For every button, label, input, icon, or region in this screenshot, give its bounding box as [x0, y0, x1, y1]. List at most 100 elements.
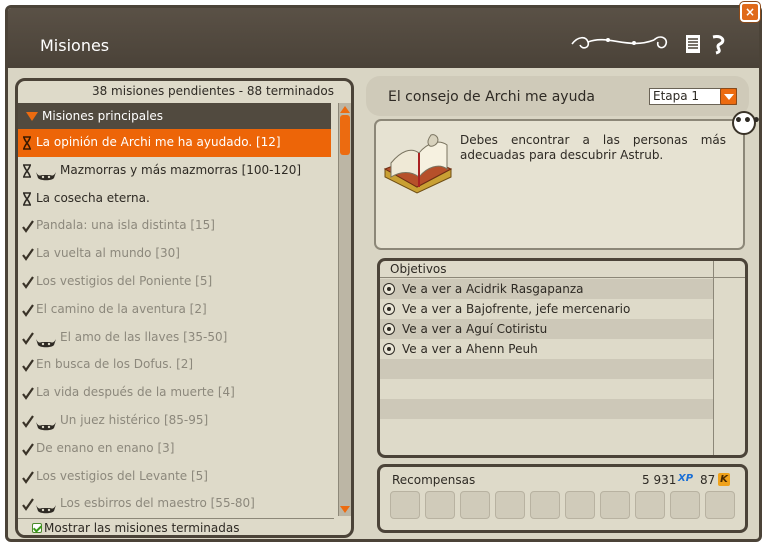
swirl-icon[interactable] — [708, 33, 728, 55]
quest-item[interactable]: El amo de las llaves [35-50] — [18, 324, 331, 352]
checkmark-icon — [22, 212, 34, 240]
scroll-document-icon[interactable] — [683, 33, 703, 55]
hourglass-icon — [22, 129, 34, 157]
objective-empty-row — [380, 419, 713, 439]
quest-label: El amo de las llaves [35-50] — [60, 329, 228, 344]
quest-list-panel: 38 misiones pendientes - 88 terminados M… — [15, 78, 354, 538]
quest-item[interactable]: Un juez histérico [85-95] — [18, 407, 331, 435]
objectives-header: Objetivos — [380, 261, 745, 278]
quest-label: La opinión de Archi me ha ayudado. [12] — [36, 135, 281, 149]
objective-item: Ve a ver a Aguí Cotiristu — [380, 319, 713, 339]
quest-label: Los esbirros del maestro [55-80] — [60, 496, 255, 511]
checkmark-icon — [22, 268, 34, 296]
checkmark-icon — [22, 240, 34, 268]
triangle-down-icon — [26, 112, 38, 121]
hourglass-icon — [22, 185, 34, 213]
quest-label: La vida después de la muerte [4] — [36, 385, 235, 400]
reward-slot[interactable] — [460, 491, 490, 519]
reward-slot[interactable] — [705, 491, 735, 519]
quest-list-scrollbar[interactable] — [338, 103, 351, 516]
checkmark-icon — [22, 490, 34, 518]
chevron-down-icon[interactable] — [720, 88, 737, 105]
quest-count: 38 misiones pendientes - 88 terminados — [91, 84, 334, 98]
quest-detail-header: El consejo de Archi me ayuda Etapa 1 — [366, 76, 749, 116]
checkmark-icon — [22, 407, 34, 435]
stage-dropdown[interactable]: Etapa 1 — [649, 88, 737, 105]
window-title: Misiones — [40, 36, 110, 55]
reward-slot[interactable] — [670, 491, 700, 519]
checkmark-icon — [22, 379, 34, 407]
quest-list: La opinión de Archi me ha ayudado. [12] M… — [18, 129, 331, 518]
objectives-column-divider — [713, 261, 714, 455]
xp-value: 5 931 — [642, 473, 677, 487]
target-bullet-icon — [383, 303, 395, 315]
target-bullet-icon — [383, 283, 395, 295]
checkmark-icon — [22, 351, 34, 379]
show-finished-label: Mostrar las misiones terminadas — [44, 521, 240, 535]
rewards-label: Recompensas — [392, 473, 476, 487]
quest-item[interactable]: Mazmorras y más mazmorras [100-120] — [18, 157, 331, 185]
quest-label: La vuelta al mundo [30] — [36, 246, 180, 261]
quest-item[interactable]: Los vestigios del Poniente [5] — [18, 268, 331, 296]
scroll-down-arrow-icon[interactable] — [340, 506, 350, 513]
kamas-value: 87 — [700, 473, 716, 487]
quest-label: Los vestigios del Poniente [5] — [36, 273, 213, 288]
objective-empty-row — [380, 399, 713, 419]
reward-slot[interactable] — [390, 491, 420, 519]
more-options-button[interactable]: ••• — [732, 111, 759, 135]
quest-window: Misiones 38 misiones pendientes - 88 ter… — [5, 5, 762, 542]
objectives-list: Ve a ver a Acidrik Rasgapanza Ve a ver a … — [380, 279, 713, 439]
quest-label: En busca de los Dofus. [2] — [36, 357, 194, 372]
quest-item[interactable]: Los esbirros del maestro [55-80] — [18, 490, 331, 518]
checkmark-icon — [22, 463, 34, 491]
close-button[interactable]: × — [740, 2, 760, 22]
title-bar: Misiones — [8, 8, 759, 68]
reward-slot[interactable] — [565, 491, 595, 519]
reward-slot[interactable] — [635, 491, 665, 519]
reward-slot[interactable] — [600, 491, 630, 519]
quest-title: El consejo de Archi me ayuda — [388, 89, 595, 105]
quest-item[interactable]: La opinión de Archi me ha ayudado. [12] — [18, 129, 331, 157]
quest-label: De enano en enano [3] — [36, 440, 175, 455]
objective-label: Ve a ver a Acidrik Rasgapanza — [402, 282, 584, 296]
quest-item[interactable]: De enano en enano [3] — [18, 435, 331, 463]
objective-empty-row — [380, 359, 713, 379]
checkmark-icon — [22, 324, 34, 352]
category-label: Misiones principales — [42, 109, 164, 123]
quest-item[interactable]: La cosecha eterna. — [18, 185, 331, 213]
objective-item: Ve a ver a Ahenn Peuh — [380, 339, 713, 359]
objective-empty-row — [380, 379, 713, 399]
target-bullet-icon — [383, 343, 395, 355]
objective-item: Ve a ver a Acidrik Rasgapanza — [380, 279, 713, 299]
reward-slot[interactable] — [530, 491, 560, 519]
target-bullet-icon — [383, 323, 395, 335]
quest-item[interactable]: Pandala: una isla distinta [15] — [18, 212, 331, 240]
ornament-icon — [571, 36, 668, 49]
objective-label: Ve a ver a Aguí Cotiristu — [402, 322, 548, 336]
objective-item: Ve a ver a Bajofrente, jefe mercenario — [380, 299, 713, 319]
checkmark-icon — [22, 296, 34, 324]
reward-slot[interactable] — [425, 491, 455, 519]
checkbox-checked-icon[interactable] — [32, 523, 42, 533]
quest-item[interactable]: La vuelta al mundo [30] — [18, 240, 331, 268]
kamas-icon: K — [718, 473, 730, 486]
quest-item[interactable]: La vida después de la muerte [4] — [18, 379, 331, 407]
quest-item[interactable]: El camino de la aventura [2] — [18, 296, 331, 324]
quest-label: El camino de la aventura [2] — [36, 301, 207, 316]
quest-item[interactable]: En busca de los Dofus. [2] — [18, 351, 331, 379]
quest-label: Los vestigios del Levante [5] — [36, 468, 208, 483]
checkmark-icon — [22, 435, 34, 463]
quest-description: Debes encontrar a las personas más adecu… — [460, 133, 726, 162]
scroll-up-arrow-icon[interactable] — [340, 106, 350, 113]
objective-label: Ve a ver a Ahenn Peuh — [402, 342, 538, 356]
show-finished-toggle[interactable]: Mostrar las misiones terminadas — [18, 518, 334, 535]
quest-label: Un juez histérico [85-95] — [60, 412, 209, 427]
rewards-box: Recompensas 5 931 XP 87 K — [377, 464, 748, 533]
scroll-thumb[interactable] — [340, 115, 350, 155]
quest-description-box: Debes encontrar a las personas más adecu… — [374, 119, 745, 250]
quest-item[interactable]: Los vestigios del Levante [5] — [18, 463, 331, 491]
category-main-quests[interactable]: Misiones principales — [18, 103, 331, 129]
quest-label: Pandala: una isla distinta [15] — [36, 218, 215, 233]
reward-slot[interactable] — [495, 491, 525, 519]
objective-label: Ve a ver a Bajofrente, jefe mercenario — [402, 302, 631, 316]
